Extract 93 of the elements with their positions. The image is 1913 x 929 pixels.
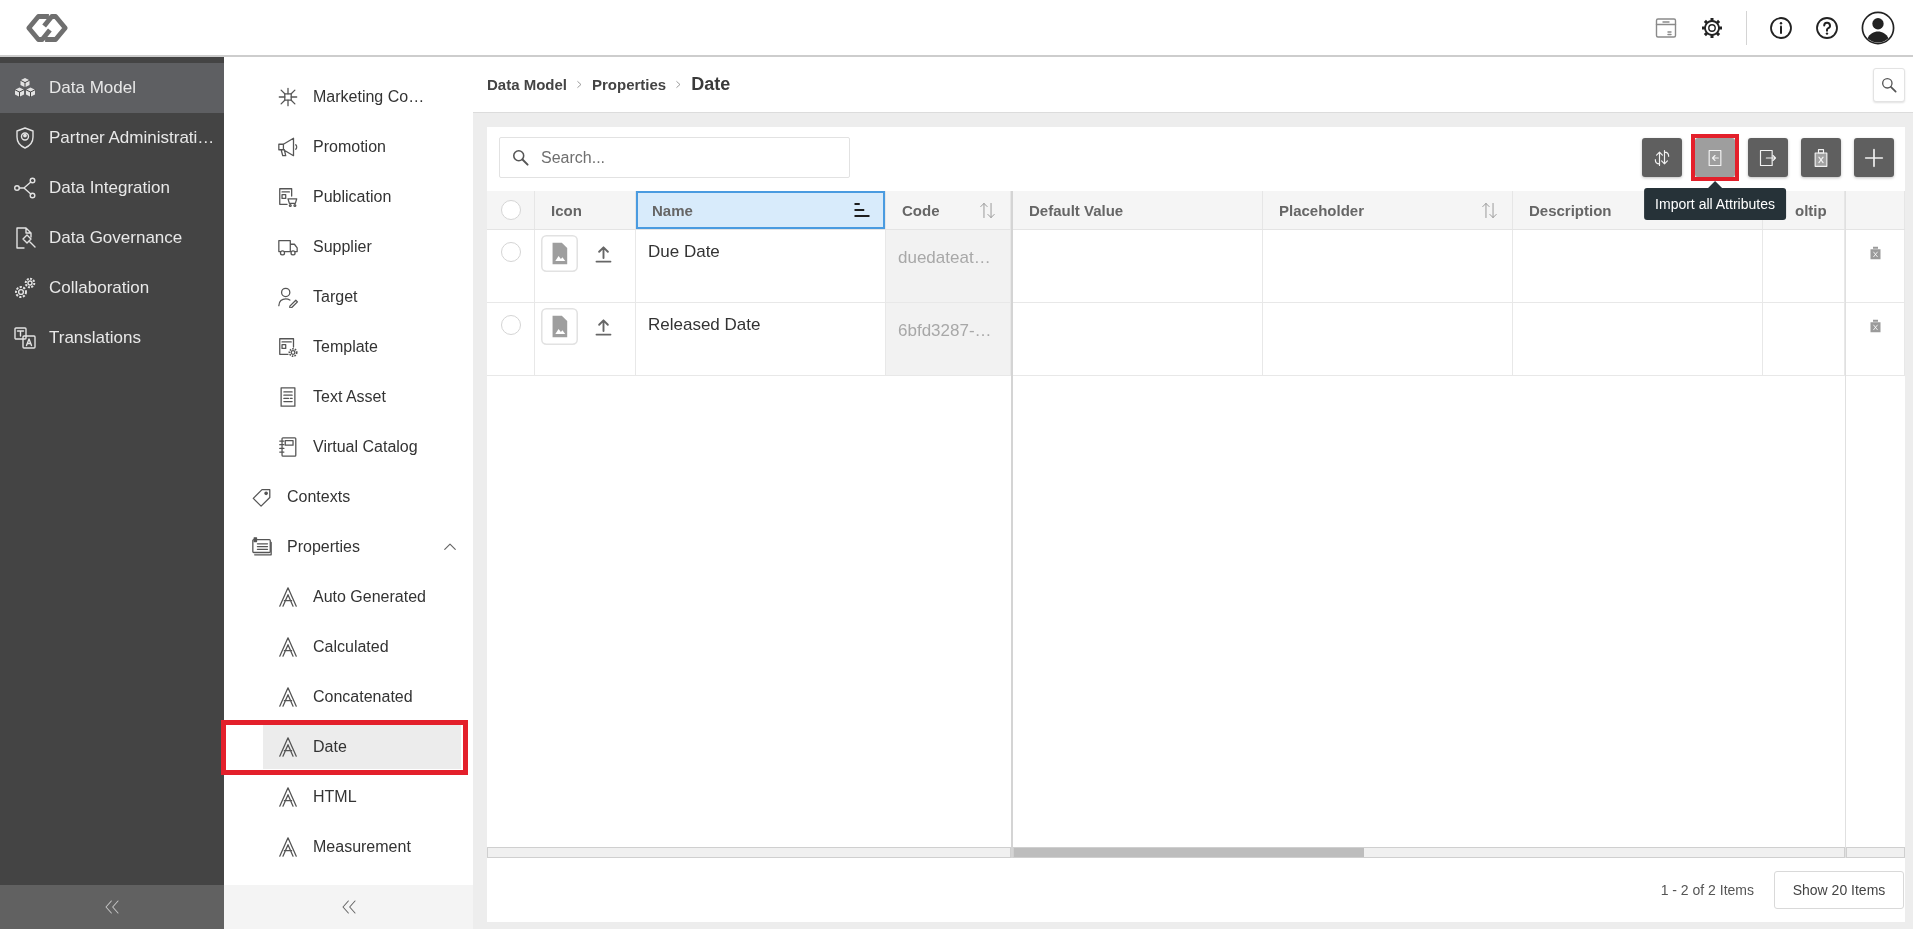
sort-arrows-icon[interactable]: [1481, 201, 1498, 219]
logo-icon[interactable]: [24, 11, 70, 44]
package-icon[interactable]: [1654, 15, 1678, 40]
document-cart-icon: [277, 186, 299, 208]
horizontal-scrollbar[interactable]: [487, 847, 1011, 858]
share-nodes-icon: [13, 176, 37, 200]
sort-lines-icon[interactable]: [853, 201, 871, 219]
nav-item[interactable]: Collaboration: [0, 263, 224, 313]
document-gavel-icon: [13, 226, 37, 250]
nav-item[interactable]: Text Asset: [263, 375, 461, 419]
search-icon: [1881, 76, 1897, 93]
column-header[interactable]: Name: [652, 201, 693, 219]
avatar-icon[interactable]: [1861, 10, 1895, 45]
double-chevron-left-icon: [104, 898, 120, 916]
nav-item[interactable]: Data Governance: [0, 213, 224, 263]
toolbar-button[interactable]: [1642, 138, 1682, 177]
settings-icon[interactable]: [1700, 15, 1724, 40]
scrollbar-thumb[interactable]: [1014, 848, 1364, 857]
nav-item[interactable]: Marketing Co…: [263, 75, 461, 119]
letter-a-icon: [277, 736, 299, 758]
column-header[interactable]: Placeholder: [1279, 201, 1365, 219]
search-field[interactable]: Search...: [499, 137, 850, 178]
nav-item[interactable]: Target: [263, 275, 461, 319]
nav-item[interactable]: Concatenated: [263, 675, 461, 719]
column-header[interactable]: Icon: [551, 201, 582, 219]
row-checkbox[interactable]: [500, 242, 521, 262]
letter-a-icon: [277, 836, 299, 858]
document-gear-icon: [277, 336, 299, 358]
letter-a-icon: [277, 786, 299, 808]
nav-item[interactable]: Translations: [0, 313, 224, 363]
nav-item[interactable]: Auto Generated: [263, 575, 461, 619]
tooltip: Import all Attributes: [1644, 181, 1786, 220]
cubes-icon: [13, 76, 37, 100]
letter-a-icon: [277, 586, 299, 608]
row-checkbox[interactable]: [500, 315, 521, 335]
nav-item[interactable]: Partner Administrati…: [0, 113, 224, 163]
nav-item[interactable]: Properties: [237, 525, 461, 569]
chevron-right-icon: [675, 80, 683, 89]
table-cell: duedateat…: [886, 230, 1011, 302]
nav-item[interactable]: Measurement: [263, 825, 461, 869]
breadcrumb-link[interactable]: Data Model: [487, 76, 567, 93]
nav-item[interactable]: Supplier: [263, 225, 461, 269]
cards-icon: [251, 536, 273, 558]
upload-icon[interactable]: [594, 318, 613, 337]
page-size-button[interactable]: Show 20 Items: [1774, 871, 1904, 909]
nav-item[interactable]: Data Model: [0, 63, 224, 113]
sort-arrows-icon[interactable]: [979, 201, 996, 219]
network-node-icon: [277, 86, 299, 108]
select-all-checkbox[interactable]: [500, 200, 521, 220]
horizontal-scrollbar[interactable]: [1013, 847, 1845, 858]
export-icon: [1758, 147, 1778, 168]
double-chevron-left-icon: [340, 898, 357, 916]
image-file-icon[interactable]: [541, 308, 578, 345]
breadcrumb-current: Date: [691, 74, 731, 95]
plus-icon: [1864, 147, 1884, 168]
search-button[interactable]: [1873, 67, 1905, 102]
letter-a-icon: [277, 686, 299, 708]
text-document-icon: [277, 386, 299, 408]
column-header[interactable]: Description: [1529, 201, 1612, 219]
horizontal-scrollbar[interactable]: [1846, 847, 1905, 858]
nav-item[interactable]: Contexts: [237, 475, 461, 519]
letter-a-icon: [277, 636, 299, 658]
chevron-right-icon: [576, 80, 583, 89]
upload-icon[interactable]: [594, 245, 613, 264]
shield-user-icon: [13, 126, 37, 150]
nav-item[interactable]: Date: [263, 725, 461, 769]
toolbar-button[interactable]: [1801, 138, 1841, 177]
pagination-summary: 1 - 2 of 2 Items: [1660, 882, 1754, 898]
megaphone-icon: [277, 136, 299, 158]
notebook-icon: [277, 436, 299, 458]
nav-item[interactable]: Virtual Catalog: [263, 425, 461, 469]
nav-item[interactable]: Publication: [263, 175, 461, 219]
person-pen-icon: [277, 286, 299, 308]
nav-item[interactable]: HTML: [263, 775, 461, 819]
translate-icon: [13, 326, 37, 350]
help-icon[interactable]: [1815, 15, 1839, 40]
nav-item[interactable]: Template: [263, 325, 461, 369]
search-icon: [512, 149, 529, 166]
table-cell: 6bfd3287-…: [886, 303, 1011, 375]
sync-arrows-icon: [1652, 147, 1672, 168]
nav-item[interactable]: Promotion: [263, 125, 461, 169]
nav-item[interactable]: Data Integration: [0, 163, 224, 213]
column-header[interactable]: oltip: [1795, 201, 1827, 219]
nav-item[interactable]: Calculated: [263, 625, 461, 669]
tag-icon: [251, 486, 273, 508]
gears-icon: [13, 276, 37, 300]
info-icon[interactable]: [1769, 15, 1793, 40]
image-file-icon[interactable]: [541, 235, 578, 272]
breadcrumb-link[interactable]: Properties: [592, 76, 667, 93]
toolbar-button[interactable]: [1854, 138, 1894, 177]
column-header[interactable]: Code: [902, 201, 940, 219]
column-header[interactable]: Default Value: [1029, 201, 1124, 219]
toolbar-button[interactable]: [1748, 138, 1788, 177]
